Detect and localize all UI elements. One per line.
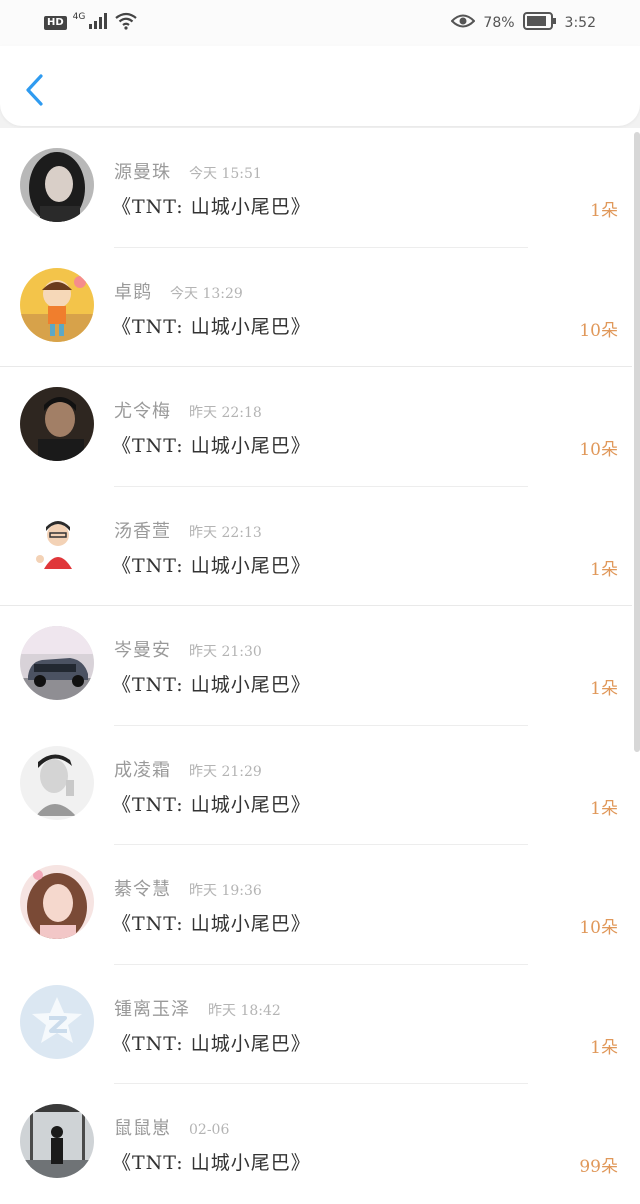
record-time: 昨天 21:30: [189, 644, 262, 660]
eye-icon: [451, 13, 476, 33]
avatar[interactable]: [20, 1104, 94, 1178]
scrollbar[interactable]: [634, 132, 640, 752]
gift-title: 《TNT: 山城小尾巴》: [112, 1152, 311, 1174]
avatar[interactable]: [20, 626, 94, 700]
list-item[interactable]: 成凌霜 昨天 21:29 《TNT: 山城小尾巴》 1朵: [0, 726, 640, 845]
user-name[interactable]: 源曼珠: [114, 158, 171, 184]
flower-count: 1朵: [590, 679, 618, 699]
user-name[interactable]: 成凌霜: [114, 756, 171, 782]
record-meta: 成凌霜 昨天 21:29: [114, 756, 262, 782]
user-name[interactable]: 綦令慧: [114, 875, 171, 901]
clock: 3:52: [564, 15, 596, 31]
avatar[interactable]: [20, 506, 94, 581]
flower-count: 10朵: [579, 320, 618, 341]
avatar[interactable]: [20, 865, 94, 939]
user-name[interactable]: 锺离玉泽: [114, 995, 190, 1021]
avatar[interactable]: [20, 387, 94, 461]
record-time: 今天 13:29: [170, 285, 243, 302]
hd-badge: HD: [44, 16, 67, 30]
record-time: 昨天 21:29: [189, 763, 262, 780]
list-item[interactable]: 尤令梅 昨天 22:18 《TNT: 山城小尾巴》 10朵: [0, 367, 640, 487]
flower-count: 1朵: [590, 559, 618, 580]
gift-title: 《TNT: 山城小尾巴》: [112, 913, 311, 935]
list-item[interactable]: 鼠鼠崽 02-06 《TNT: 山城小尾巴》 99朵: [0, 1084, 640, 1204]
status-left: HD 4G: [44, 12, 138, 34]
record-meta: 尤令梅 昨天 22:18: [114, 397, 262, 423]
wifi-icon: [115, 12, 138, 34]
record-meta: 卓鹍 今天 13:29: [114, 278, 243, 304]
status-bar: HD 4G 78% 3:52: [0, 0, 640, 46]
gift-title: 《TNT: 山城小尾巴》: [112, 674, 311, 696]
gift-title: 《TNT: 山城小尾巴》: [112, 315, 311, 338]
record-meta: 源曼珠 今天 15:51: [114, 158, 262, 184]
list-item[interactable]: 綦令慧 昨天 19:36 《TNT: 山城小尾巴》 10朵: [0, 845, 640, 965]
nav-header: [0, 46, 640, 126]
chevron-left-icon: [26, 74, 43, 106]
user-name[interactable]: 尤令梅: [114, 397, 171, 423]
list-item[interactable]: 锺离玉泽 昨天 18:42 《TNT: 山城小尾巴》 1朵: [0, 965, 640, 1084]
flower-count: 1朵: [590, 201, 618, 221]
battery-icon: [522, 12, 557, 34]
record-time: 今天 15:51: [189, 166, 262, 182]
gift-title: 《TNT: 山城小尾巴》: [112, 1032, 311, 1055]
record-meta: 锺离玉泽 昨天 18:42: [114, 995, 281, 1021]
back-button[interactable]: [22, 72, 48, 108]
record-meta: 岑曼安 昨天 21:30: [114, 636, 262, 662]
record-time: 昨天 19:36: [189, 883, 262, 899]
flower-count: 99朵: [579, 1157, 618, 1177]
list-item[interactable]: 岑曼安 昨天 21:30 《TNT: 山城小尾巴》 1朵: [0, 606, 640, 726]
battery-percent: 78%: [483, 15, 515, 31]
gift-title: 《TNT: 山城小尾巴》: [112, 435, 311, 457]
user-name[interactable]: 卓鹍: [114, 278, 152, 304]
flower-count: 10朵: [579, 440, 618, 460]
gift-title: 《TNT: 山城小尾巴》: [112, 793, 311, 816]
gift-record-list[interactable]: 源曼珠 今天 15:51 《TNT: 山城小尾巴》 1朵 卓鹍 今天 13:29…: [0, 128, 640, 1204]
user-name[interactable]: 汤香萱: [114, 517, 171, 543]
user-name[interactable]: 岑曼安: [114, 636, 171, 662]
record-time: 昨天 18:42: [208, 1002, 281, 1019]
gift-title: 《TNT: 山城小尾巴》: [112, 196, 311, 218]
list-item[interactable]: 卓鹍 今天 13:29 《TNT: 山城小尾巴》 10朵: [0, 248, 640, 367]
record-time: 02-06: [189, 1122, 230, 1138]
record-meta: 鼠鼠崽 02-06: [114, 1114, 229, 1140]
flower-count: 1朵: [590, 798, 618, 819]
network-type: 4G: [72, 12, 86, 22]
flower-count: 10朵: [579, 918, 618, 938]
user-name[interactable]: 鼠鼠崽: [114, 1114, 171, 1140]
list-item[interactable]: 源曼珠 今天 15:51 《TNT: 山城小尾巴》 1朵: [0, 128, 640, 248]
record-meta: 綦令慧 昨天 19:36: [114, 875, 262, 901]
signal-icon: [89, 13, 109, 33]
flower-count: 1朵: [590, 1037, 618, 1058]
record-time: 昨天 22:18: [189, 405, 262, 421]
list-item[interactable]: 汤香萱 昨天 22:13 《TNT: 山城小尾巴》 1朵: [0, 487, 640, 606]
gift-title: 《TNT: 山城小尾巴》: [112, 554, 311, 577]
record-meta: 汤香萱 昨天 22:13: [114, 517, 262, 543]
avatar[interactable]: [20, 267, 94, 342]
avatar[interactable]: [20, 745, 94, 820]
status-right: 78% 3:52: [451, 12, 596, 34]
record-time: 昨天 22:13: [189, 524, 262, 541]
avatar[interactable]: [20, 984, 94, 1059]
avatar[interactable]: [20, 148, 94, 222]
